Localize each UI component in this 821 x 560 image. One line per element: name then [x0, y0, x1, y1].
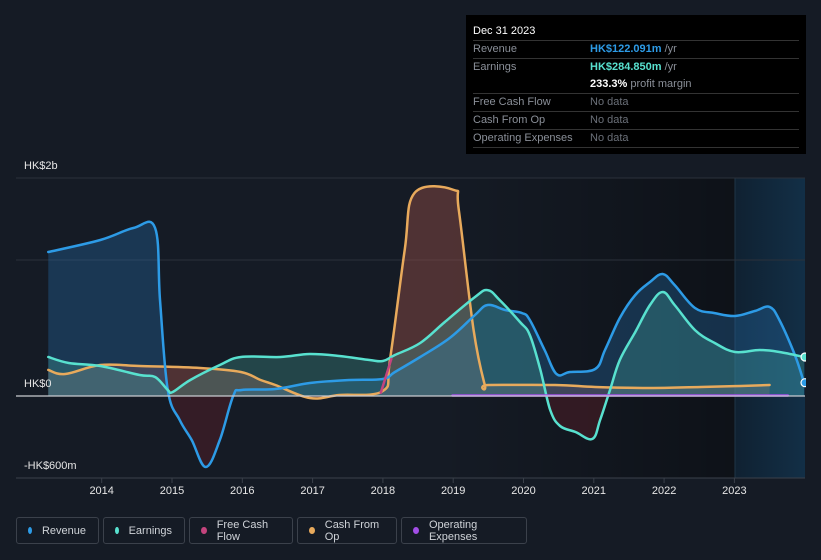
y-tick-label: -HK$600m: [24, 460, 77, 472]
legend-label: Cash From Op: [324, 518, 380, 543]
legend-label: Free Cash Flow: [216, 518, 269, 543]
tooltip-value: No data: [590, 132, 629, 144]
tooltip-label: [473, 76, 590, 93]
tooltip-suffix: /yr: [661, 61, 677, 73]
tooltip-label: Cash From Op: [473, 114, 546, 126]
legend-label: Revenue: [41, 524, 86, 537]
x-tick-label: 2014: [89, 485, 114, 497]
tooltip-row-earnings: Earnings HK$284.850m /yr: [473, 59, 799, 76]
x-tick-label: 2023: [722, 485, 747, 497]
legend: Revenue Earnings Free Cash Flow Cash Fro…: [16, 517, 527, 544]
x-tick-label: 2022: [651, 485, 677, 497]
legend-label: Operating Expenses: [428, 518, 478, 543]
legend-item-earnings[interactable]: Earnings: [103, 517, 185, 544]
legend-item-cash-from-op[interactable]: Cash From Op: [297, 517, 397, 544]
tooltip-value: HK$122.091m: [590, 43, 662, 55]
x-tick-label: 2020: [511, 485, 536, 497]
legend-item-operating-expenses[interactable]: Operating Expenses: [401, 517, 527, 544]
tooltip-label: Revenue: [473, 43, 518, 55]
x-tick-label: 2021: [581, 485, 607, 497]
chart-right-mask: [806, 150, 821, 480]
x-tick-label: 2015: [159, 485, 185, 497]
legend-item-free-cash-flow[interactable]: Free Cash Flow: [189, 517, 293, 544]
tooltip-row-margin: 233.3% profit margin: [473, 76, 799, 94]
tooltip-suffix: profit margin: [627, 78, 692, 90]
legend-item-revenue[interactable]: Revenue: [16, 517, 99, 544]
tooltip-value: HK$284.850m: [590, 61, 662, 73]
tooltip-label: Operating Expenses: [473, 132, 573, 144]
tooltip-row-fcf: Free Cash Flow No data: [473, 94, 799, 112]
legend-dot: [115, 527, 119, 534]
tooltip-row-cfo: Cash From Op No data: [473, 112, 799, 130]
x-tick-label: 2019: [440, 485, 466, 497]
legend-dot: [28, 527, 32, 534]
tooltip-value: No data: [590, 114, 629, 126]
tooltip-value: 233.3%: [590, 78, 628, 90]
x-tick-label: 2016: [230, 485, 255, 497]
tooltip-row-revenue: Revenue HK$122.091m /yr: [473, 41, 799, 59]
x-tick-label: 2018: [370, 485, 396, 497]
tooltip-date: Dec 31 2023: [473, 22, 799, 41]
x-tick-label: 2017: [300, 485, 325, 497]
tooltip-suffix: /yr: [661, 43, 677, 55]
tooltip-label: Free Cash Flow: [473, 96, 551, 108]
tooltip-value: No data: [590, 96, 629, 108]
y-tick-label: HK$0: [24, 378, 52, 390]
y-tick-label: HK$2b: [24, 160, 58, 172]
tooltip: Dec 31 2023 Revenue HK$122.091m /yr Earn…: [466, 15, 806, 154]
tooltip-label: Earnings: [473, 61, 517, 73]
tooltip-row-opex: Operating Expenses No data: [473, 130, 799, 148]
legend-label: Earnings: [128, 524, 172, 537]
legend-dot: [413, 527, 419, 534]
legend-dot: [309, 527, 315, 534]
legend-dot: [201, 527, 207, 534]
